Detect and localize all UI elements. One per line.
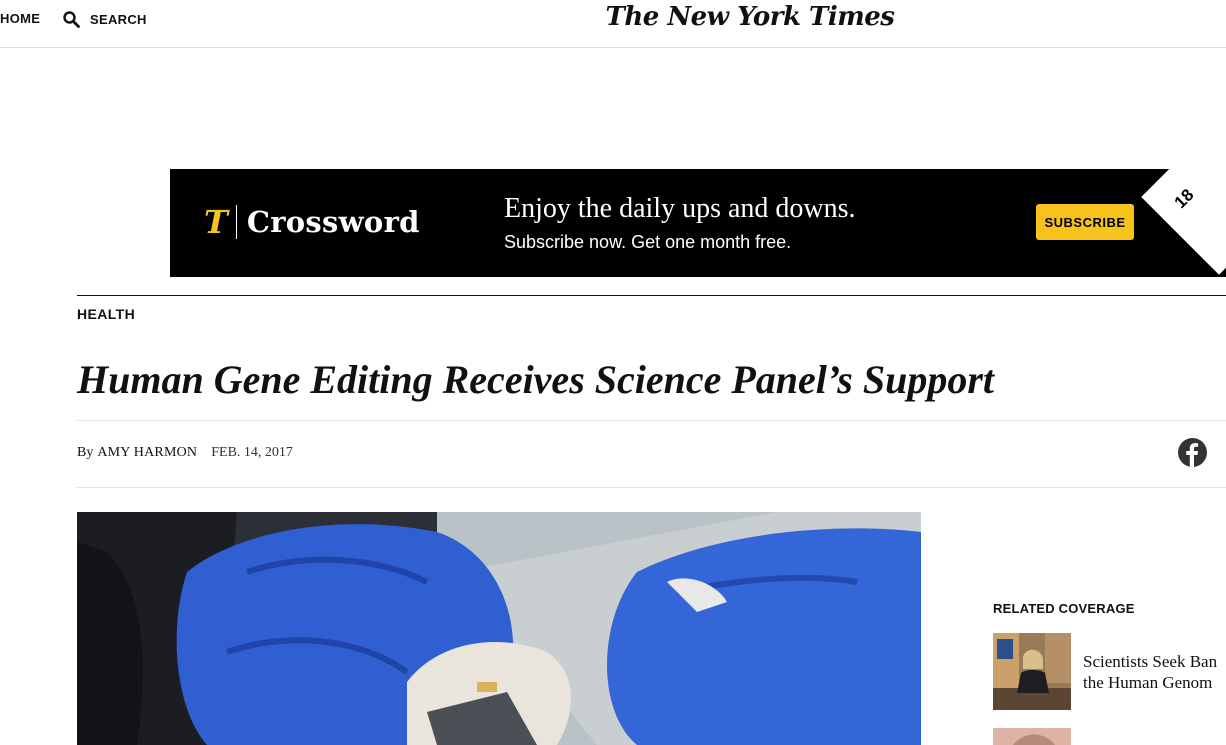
author-link[interactable]: AMY HARMON xyxy=(97,445,197,461)
logo-divider xyxy=(235,205,237,239)
article-headline: Human Gene Editing Receives Science Pane… xyxy=(77,357,995,402)
related-article-item[interactable]: Scientists Seek Ban the Human Genom xyxy=(993,633,1226,710)
subscribe-button[interactable]: SUBSCRIBE xyxy=(1036,204,1134,240)
headline-divider xyxy=(77,420,1226,421)
search-button[interactable]: SEARCH xyxy=(63,9,147,29)
related-article-thumbnail-2[interactable] xyxy=(993,728,1071,745)
related-photo-2 xyxy=(993,728,1071,745)
facebook-icon xyxy=(1186,443,1199,467)
section-label[interactable]: HEALTH xyxy=(77,306,135,322)
ad-subline: Subscribe now. Get one month free. xyxy=(504,232,792,252)
related-article-thumbnail[interactable] xyxy=(993,633,1071,710)
nyt-masthead-logo[interactable]: The New York Times xyxy=(560,2,940,32)
byline: By AMY HARMON FEB. 14, 2017 xyxy=(77,445,293,461)
crossword-wordmark: Crossword xyxy=(246,205,420,239)
related-article-headline[interactable]: Scientists Seek Ban the Human Genom xyxy=(1083,651,1226,693)
publish-date: FEB. 14, 2017 xyxy=(211,445,293,460)
ad-headline: Enjoy the daily ups and downs. xyxy=(504,193,856,224)
gloved-hands-lab-photo xyxy=(77,512,921,745)
related-headline-line-1: Scientists Seek Ban xyxy=(1083,652,1218,671)
byline-divider xyxy=(77,487,1226,488)
related-headline-line-2: the Human Genom xyxy=(1083,673,1213,692)
search-icon xyxy=(63,10,80,28)
byline-prefix: By xyxy=(77,445,94,460)
top-navigation-bar: HOME SEARCH The New York Times xyxy=(0,0,1226,48)
crossword-logo: T Crossword xyxy=(204,204,420,240)
section-rule xyxy=(77,295,1226,296)
article-lead-photo[interactable] xyxy=(77,512,921,745)
nyt-t-logo-icon: T xyxy=(204,203,228,241)
search-label: SEARCH xyxy=(90,11,147,27)
woman-at-desk-photo xyxy=(993,633,1071,710)
related-coverage-heading: RELATED COVERAGE xyxy=(993,601,1135,616)
facebook-share-button[interactable] xyxy=(1178,438,1207,467)
crossword-ad-banner[interactable]: T Crossword Enjoy the daily ups and down… xyxy=(170,169,1226,277)
home-link[interactable]: HOME xyxy=(0,11,40,26)
